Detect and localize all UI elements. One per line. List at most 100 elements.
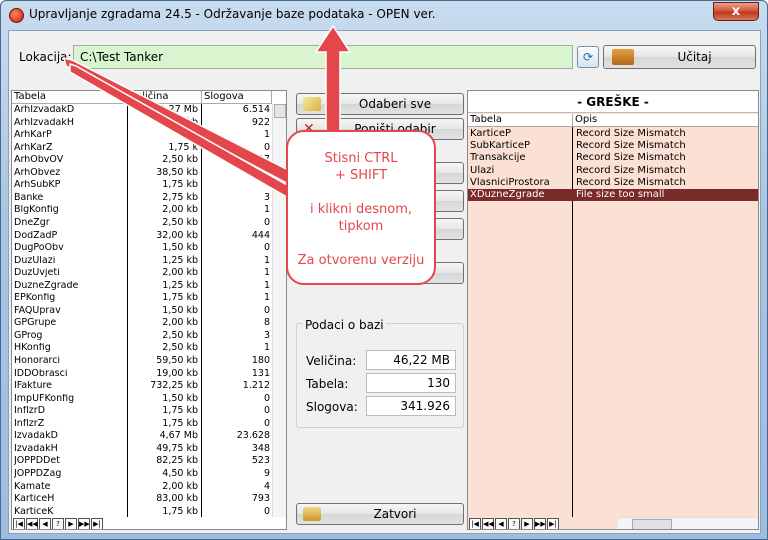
column-header-velicina[interactable]: Veličina <box>128 91 202 104</box>
nav-prev-page-button[interactable]: ◀◀ <box>26 518 38 529</box>
table-row[interactable]: ArhKarZ 1,75 k 0 <box>12 142 272 153</box>
table-row[interactable]: DuzUvjeti 2,00 kb 1 <box>12 267 272 279</box>
table-row[interactable]: ArhObvez 38,50 kb <box>12 167 272 178</box>
errors-column-tabela[interactable]: Tabela <box>468 114 573 127</box>
nav-next-page-button[interactable]: ▶▶ <box>78 518 90 529</box>
table-cell: 0 <box>263 405 270 417</box>
table-cell: ArhObvez <box>14 167 61 178</box>
table-cell: 1,50 kb <box>162 392 198 404</box>
error-cell: Record Size Mismatch <box>576 152 686 164</box>
table-cell: 1 <box>263 267 270 279</box>
table-row[interactable]: IFakture 732,25 kb 1.212 <box>12 380 272 391</box>
table-cell: 1,75 kb <box>162 505 198 517</box>
table-row[interactable]: HKonfig 2,50 kb 1 <box>12 342 272 354</box>
table-row[interactable]: KarticeH 83,00 kb 793 <box>12 493 272 505</box>
errors-title: - GREŠKE - <box>468 91 758 113</box>
nav-next-button[interactable]: ▶ <box>65 518 77 529</box>
table-row[interactable]: EPKonfig 1,75 kb 1 <box>12 292 272 304</box>
error-row[interactable]: SubKarticeP Record Size Mismatch <box>468 140 758 152</box>
table-row[interactable]: ArhObvOV 2,50 kb 17 <box>12 154 272 165</box>
size-label: Veličina: <box>306 354 357 368</box>
table-cell: 4,67 Mb <box>159 430 198 442</box>
table-row[interactable]: ArhKarP 1 <box>12 129 272 140</box>
table-cell: 19,00 kb <box>156 367 198 379</box>
table-row[interactable]: DuzneZgrade 1,25 kb 1 <box>12 279 272 291</box>
tables-count-label: Tabela: <box>306 377 349 391</box>
table-row[interactable]: ImpUFKonfig 1,50 kb 0 <box>12 392 272 404</box>
error-cell: Ulazi <box>470 164 495 176</box>
horizontal-scrollbar[interactable] <box>618 517 758 529</box>
select-all-button[interactable]: Odaberi sve <box>296 93 464 115</box>
table-cell: ImpUFKonfig <box>14 393 75 404</box>
table-row[interactable]: BlgKonfig 2,00 kb 1 <box>12 204 272 216</box>
error-row[interactable]: Ulazi Record Size Mismatch <box>468 165 758 177</box>
nav-prev-button[interactable]: ◀ <box>39 518 51 529</box>
error-cell: Record Size Mismatch <box>576 140 686 152</box>
nav-prev-page-button[interactable]: ◀◀ <box>482 518 494 529</box>
table-row[interactable]: IDDObrasci 19,00 kb 131 <box>12 367 272 379</box>
nav-last-button[interactable]: ▶| <box>91 518 103 529</box>
vertical-scrollbar[interactable] <box>272 104 286 517</box>
nav-last-button[interactable]: ▶| <box>547 518 559 529</box>
close-window-button[interactable]: x <box>713 2 759 21</box>
table-row[interactable]: Kamate 2,00 kb 4 <box>12 480 272 492</box>
scroll-thumb[interactable] <box>274 104 286 118</box>
errors-column-opis[interactable]: Opis <box>573 114 758 127</box>
title-bar[interactable]: Upravljanje zgradama 24.5 - Održavanje b… <box>1 1 767 29</box>
error-row[interactable]: KarticeP Record Size Mismatch <box>468 128 758 140</box>
load-button[interactable]: Učitaj <box>603 45 756 69</box>
table-row[interactable]: DuzUlazi 1,25 kb 1 <box>12 255 272 266</box>
table-row[interactable]: Banke 2,75 kb 3 <box>12 191 272 203</box>
records-label: Slogova: <box>306 400 358 414</box>
table-cell: InflzrZ <box>14 418 45 429</box>
table-cell: 8 <box>263 317 270 329</box>
table-row[interactable]: DugPoObv 1,50 kb 0 <box>12 242 272 253</box>
table-row[interactable]: GPGrupe 2,00 kb 8 <box>12 317 272 329</box>
table-cell: 75 kb <box>171 116 198 128</box>
errors-grid[interactable]: - GREŠKE - Tabela Opis KarticeP Record Si… <box>467 90 759 530</box>
column-header-tabela[interactable]: Tabela <box>12 91 128 104</box>
table-cell: BlgKonfig <box>14 205 59 216</box>
column-header-slogova[interactable]: Slogova <box>202 91 272 104</box>
nav-search-button[interactable]: ? <box>508 518 520 529</box>
table-row[interactable]: JOPPDZag 4,50 kb 9 <box>12 467 272 479</box>
error-row[interactable]: VlasniciProstora Record Size Mismatch <box>468 177 758 189</box>
table-row[interactable]: IzvadakH 49,75 kb 348 <box>12 443 272 454</box>
table-cell: 1 <box>263 292 270 304</box>
table-cell: 2,50 kb <box>162 342 198 354</box>
table-row[interactable]: InflzrD 1,75 kb 0 <box>12 405 272 417</box>
table-cell: 4,50 kb <box>162 467 198 479</box>
browse-folder-button[interactable]: ⟳ <box>577 46 599 68</box>
table-cell: 2,75 kb <box>162 191 198 203</box>
table-row[interactable]: KarticeK 1,75 kb 0 <box>12 505 272 517</box>
table-row[interactable]: JOPPDDet 82,25 kb 523 <box>12 455 272 466</box>
table-row[interactable]: GProg 2,50 kb 3 <box>12 330 272 341</box>
table-cell: 1 <box>263 279 270 291</box>
table-row[interactable]: InflzrZ 1,75 kb 0 <box>12 418 272 429</box>
tables-grid[interactable]: Tabela Veličina Slogova ArhIzvadakD 1,27 … <box>11 90 287 530</box>
table-row[interactable]: DneZgr 2,50 kb 0 <box>12 217 272 228</box>
table-row[interactable]: DodZadP 32,00 kb 444 <box>12 230 272 241</box>
table-row[interactable]: ArhSubKP 1,75 kb <box>12 179 272 190</box>
table-cell: 2,00 kb <box>162 480 198 492</box>
location-input[interactable]: C:\Test Tanker <box>73 45 573 69</box>
nav-next-page-button[interactable]: ▶▶ <box>534 518 546 529</box>
nav-first-button[interactable]: |◀ <box>13 518 25 529</box>
table-row[interactable]: ArhIzvadakD 1,27 Mb 6.514 <box>12 104 272 115</box>
table-row[interactable]: IzvadakD 4,67 Mb 23.628 <box>12 430 272 442</box>
table-row[interactable]: FAQUprav 1,50 kb 0 <box>12 305 272 316</box>
nav-next-button[interactable]: ▶ <box>521 518 533 529</box>
scroll-thumb[interactable] <box>632 519 672 529</box>
nav-search-button[interactable]: ? <box>52 518 64 529</box>
nav-first-button[interactable]: |◀ <box>469 518 481 529</box>
table-row[interactable]: ArhIzvadakH 75 kb 922 <box>12 116 272 128</box>
error-row[interactable]: XDuzneZgrade File size too small <box>468 189 758 202</box>
grid-navigator: |◀ ◀◀ ◀? ▶ ▶▶ ▶| <box>13 518 153 529</box>
error-row[interactable]: Transakcije Record Size Mismatch <box>468 152 758 164</box>
table-cell: 793 <box>251 493 270 505</box>
table-row[interactable]: Honorarci 59,50 kb 180 <box>12 355 272 366</box>
nav-prev-button[interactable]: ◀ <box>495 518 507 529</box>
callout-line: tipkom <box>338 219 384 234</box>
close-button[interactable]: Zatvori <box>296 503 464 525</box>
table-cell: 2,00 kb <box>162 204 198 216</box>
